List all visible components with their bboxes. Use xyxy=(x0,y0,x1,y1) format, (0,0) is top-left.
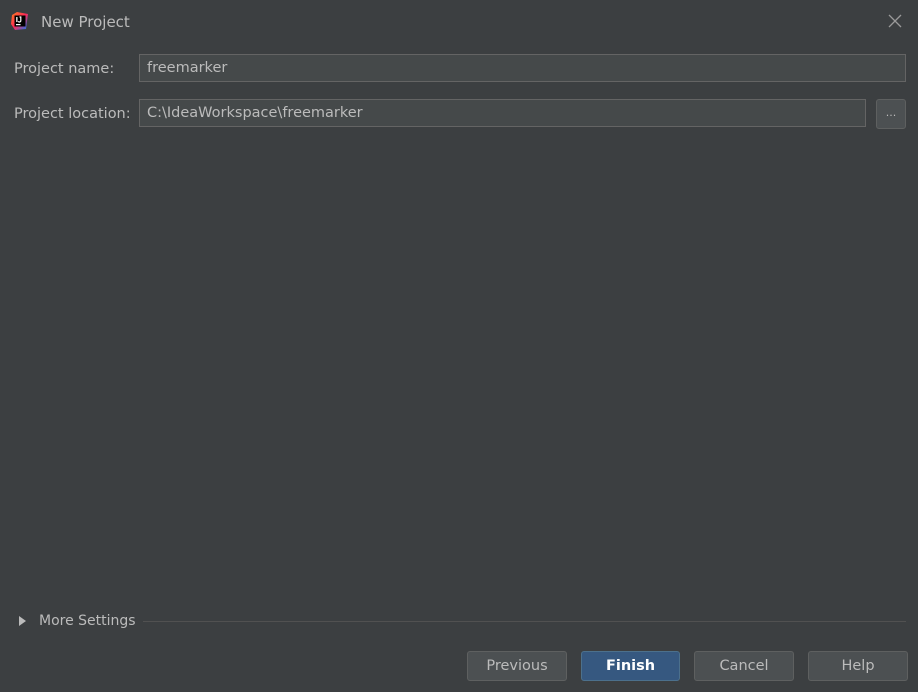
dialog-title: New Project xyxy=(41,13,130,31)
close-icon[interactable] xyxy=(886,12,904,30)
triangle-right-icon xyxy=(19,616,26,626)
help-button[interactable]: Help xyxy=(808,651,908,681)
project-location-input[interactable] xyxy=(139,99,866,127)
browse-location-button[interactable]: ... xyxy=(876,99,906,129)
previous-button[interactable]: Previous xyxy=(467,651,567,681)
project-name-label: Project name: xyxy=(14,61,115,77)
cancel-button[interactable]: Cancel xyxy=(694,651,794,681)
intellij-idea-icon xyxy=(11,12,28,30)
project-location-label: Project location: xyxy=(14,106,131,122)
more-settings-separator xyxy=(143,621,906,622)
title-bar: New Project xyxy=(0,0,918,44)
more-settings-label: More Settings xyxy=(39,613,136,629)
new-project-dialog: New Project Project name: Project locati… xyxy=(0,0,918,692)
finish-button[interactable]: Finish xyxy=(581,651,680,681)
project-name-input[interactable] xyxy=(139,54,906,82)
